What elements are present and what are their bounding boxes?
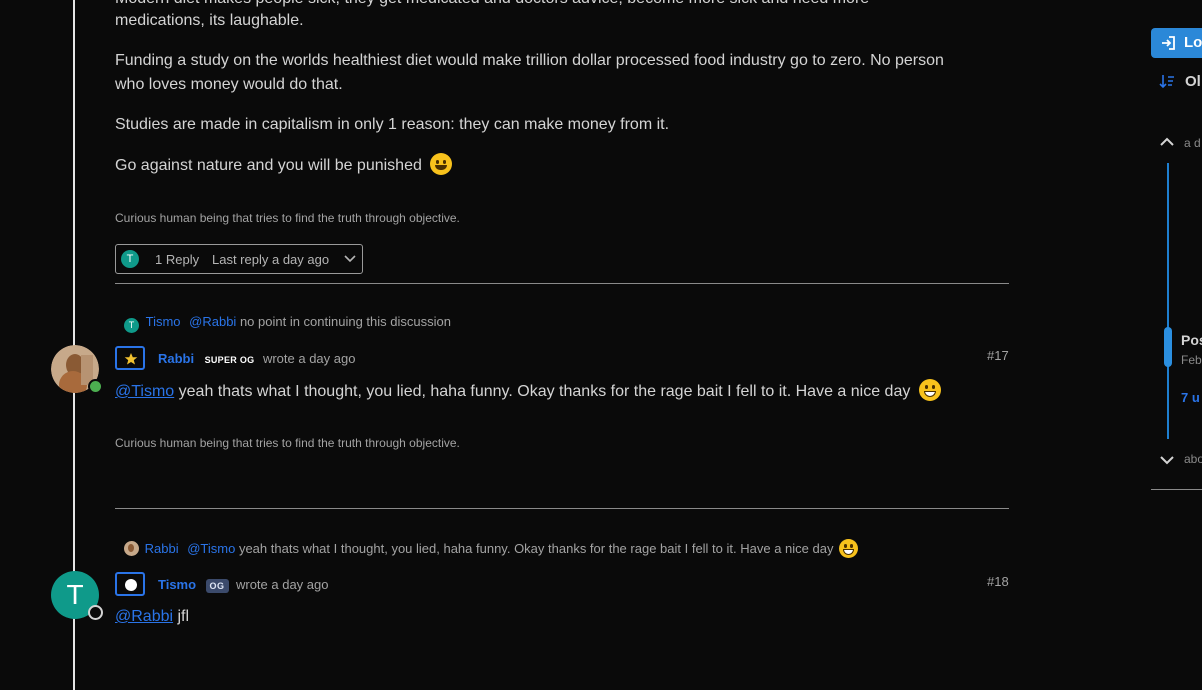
reply-count: 1 Reply bbox=[155, 252, 200, 267]
post-number-link[interactable]: #18 bbox=[987, 574, 1009, 589]
chevron-down-icon[interactable] bbox=[1160, 455, 1174, 465]
post-divider bbox=[115, 283, 1009, 284]
sort-label: Ol bbox=[1185, 73, 1201, 90]
smile-emoji-icon bbox=[430, 153, 453, 175]
login-label: Lo bbox=[1184, 34, 1202, 51]
chevron-down-icon bbox=[344, 255, 356, 263]
user-badge: SUPER OG bbox=[204, 355, 255, 365]
mention-link[interactable]: @Rabbi bbox=[115, 608, 173, 625]
post-content: @Rabbi jfl bbox=[115, 605, 189, 629]
sort-icon bbox=[1159, 75, 1174, 89]
post-header: Rabbi SUPER OG wrote a day ago bbox=[158, 350, 355, 368]
reply-avatar: T bbox=[121, 250, 139, 268]
user-group-icon-button[interactable] bbox=[115, 572, 145, 596]
post-paragraph: Studies are made in capitalism in only 1… bbox=[115, 116, 670, 133]
post-divider bbox=[115, 508, 1009, 509]
user-badge: OG bbox=[205, 579, 229, 593]
post-text: jfl bbox=[177, 608, 190, 625]
user-avatar[interactable]: T bbox=[51, 571, 103, 620]
star-icon bbox=[124, 353, 138, 365]
online-status-dot bbox=[88, 379, 103, 394]
parent-mention[interactable]: @Rabbi bbox=[189, 314, 236, 329]
login-icon bbox=[1162, 36, 1175, 50]
author-link[interactable]: Tismo bbox=[158, 577, 196, 592]
post-paragraph-text: Go against nature and you will be punish… bbox=[115, 157, 422, 174]
user-signature: Curious human being that tries to find t… bbox=[115, 436, 460, 450]
offline-status-dot bbox=[88, 605, 103, 620]
last-reply-time: Last reply a day ago bbox=[212, 252, 330, 267]
post-number-link[interactable]: #17 bbox=[987, 348, 1009, 363]
parent-author-link[interactable]: Tismo bbox=[146, 314, 181, 329]
post-timestamp[interactable]: wrote a day ago bbox=[263, 351, 356, 366]
post-content: @Tismo yeah thats what I thought, you li… bbox=[115, 379, 941, 404]
parent-post-preview[interactable]: T Tismo @Rabbi no point in continuing th… bbox=[124, 314, 451, 333]
post-header: Tismo OG wrote a day ago bbox=[158, 576, 329, 594]
timeline-post-label: Pos bbox=[1181, 332, 1202, 348]
author-link[interactable]: Rabbi bbox=[158, 351, 194, 366]
parent-post-text: yeah thats what I thought, you lied, hah… bbox=[238, 541, 834, 556]
timeline-scrubber-handle[interactable] bbox=[1164, 327, 1172, 367]
user-avatar[interactable] bbox=[51, 345, 103, 394]
parent-post-preview[interactable]: Rabbi @Tismo yeah thats what I thought, … bbox=[124, 539, 859, 558]
parent-post-text: no point in continuing this discussion bbox=[239, 314, 451, 329]
timeline-date-label: Feb bbox=[1181, 353, 1202, 367]
user-group-icon-button[interactable] bbox=[115, 346, 145, 370]
timeline-bottom-label[interactable]: abo bbox=[1184, 452, 1202, 466]
parent-avatar bbox=[124, 541, 139, 556]
grin-emoji-icon bbox=[918, 379, 941, 401]
replies-toggle-button[interactable]: T 1 Reply Last reply a day ago bbox=[115, 244, 363, 274]
post-timestamp[interactable]: wrote a day ago bbox=[236, 577, 329, 592]
circle-icon bbox=[125, 579, 137, 591]
parent-avatar: T bbox=[124, 318, 139, 333]
timeline-unread-link[interactable]: 7 u bbox=[1181, 390, 1200, 405]
mention-link[interactable]: @Tismo bbox=[115, 383, 174, 400]
timeline-top-label[interactable]: a d bbox=[1184, 136, 1201, 150]
login-button[interactable]: Lo bbox=[1151, 28, 1202, 58]
post-text-continuation: medications, its laughable. bbox=[115, 12, 304, 29]
post-paragraph-line: Funding a study on the worlds healthiest… bbox=[115, 52, 944, 69]
sidebar-divider bbox=[1151, 489, 1202, 490]
parent-mention[interactable]: @Tismo bbox=[187, 541, 235, 556]
post-paragraph-with-emoji: Go against nature and you will be punish… bbox=[115, 153, 453, 178]
chevron-up-icon[interactable] bbox=[1160, 137, 1174, 147]
parent-author-link[interactable]: Rabbi bbox=[145, 541, 179, 556]
user-signature: Curious human being that tries to find t… bbox=[115, 211, 460, 225]
timeline-rail bbox=[1167, 163, 1169, 439]
post-text: yeah thats what I thought, you lied, hah… bbox=[178, 383, 911, 400]
post-paragraph-line: who loves money would do that. bbox=[115, 76, 343, 93]
sort-dropdown[interactable]: Ol bbox=[1159, 72, 1202, 92]
grin-emoji-icon bbox=[839, 539, 859, 558]
